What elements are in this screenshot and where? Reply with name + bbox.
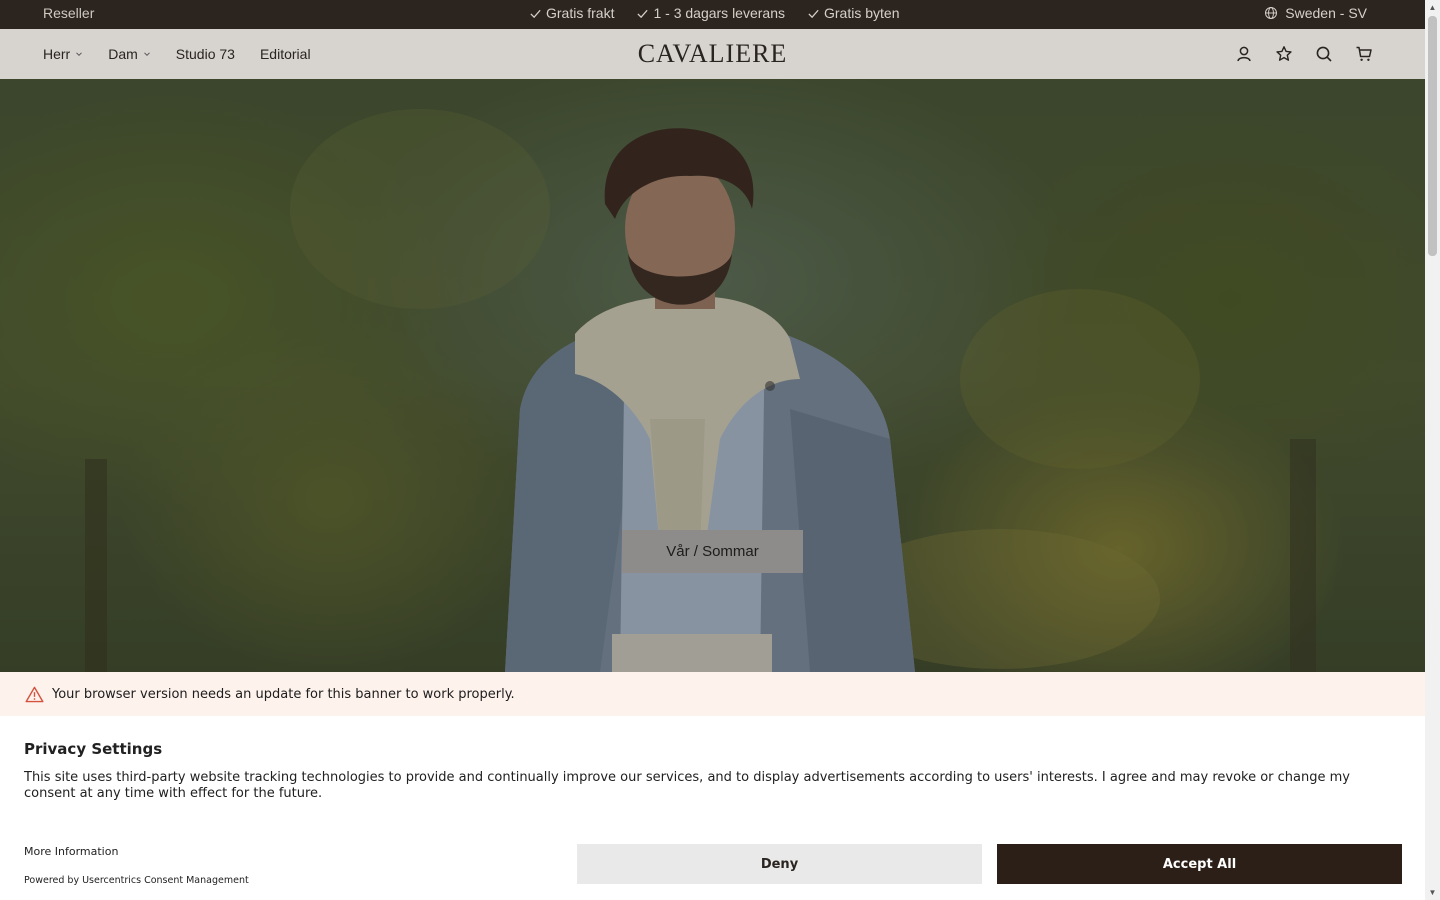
consent-title: Privacy Settings [24, 740, 163, 758]
deny-button[interactable]: Deny [577, 844, 982, 884]
usp-item: 1 - 3 dagars leverans [636, 5, 785, 21]
usp-list: Gratis frakt 1 - 3 dagars leverans Grati… [529, 5, 899, 21]
browser-warning-banner: Your browser version needs an update for… [0, 672, 1425, 716]
powered-by-text: Powered by Usercentrics Consent Manageme… [24, 875, 249, 886]
privacy-consent-panel: Privacy Settings This site uses third-pa… [0, 716, 1425, 900]
page-scrollbar[interactable]: ▲ ▼ [1425, 0, 1440, 900]
cart-icon[interactable] [1355, 45, 1373, 63]
wishlist-star-icon[interactable] [1275, 45, 1293, 63]
check-icon [637, 9, 649, 18]
usp-label: 1 - 3 dagars leverans [653, 5, 785, 21]
scrollbar-thumb[interactable] [1428, 16, 1437, 256]
announcement-bar: Reseller Gratis frakt 1 - 3 dagars lever… [0, 0, 1425, 29]
search-icon[interactable] [1315, 45, 1333, 63]
more-information-link[interactable]: More Information [24, 845, 118, 858]
spring-summer-button[interactable]: Vår / Sommar [622, 530, 803, 573]
check-icon [530, 9, 541, 18]
globe-icon [1265, 7, 1278, 19]
hero-banner[interactable]: Vår / Sommar [0, 79, 1425, 672]
scroll-down-arrow-icon[interactable]: ▼ [1428, 888, 1437, 897]
usp-item: Gratis byten [807, 5, 899, 21]
warning-text: Your browser version needs an update for… [52, 686, 515, 702]
usp-label: Gratis byten [824, 5, 900, 21]
locale-selector[interactable]: Sweden - SV [1264, 5, 1367, 21]
locale-label: Sweden - SV [1285, 5, 1367, 21]
hero-overlay [0, 79, 1425, 672]
brand-logo[interactable]: CAVALIERE [0, 39, 1425, 69]
check-icon [808, 9, 819, 18]
usp-label: Gratis frakt [546, 5, 615, 21]
accept-all-button[interactable]: Accept All [997, 844, 1402, 884]
reseller-link[interactable]: Reseller [43, 5, 94, 21]
site-header: Herr Dam Studio 73 Editorial CAVALIERE [0, 29, 1425, 79]
warning-icon [25, 686, 44, 702]
usp-item: Gratis frakt [529, 5, 614, 21]
consent-description: This site uses third-party website track… [24, 770, 1350, 801]
scroll-up-arrow-icon[interactable]: ▲ [1428, 3, 1437, 12]
header-actions [1235, 29, 1373, 79]
account-icon[interactable] [1235, 45, 1253, 63]
